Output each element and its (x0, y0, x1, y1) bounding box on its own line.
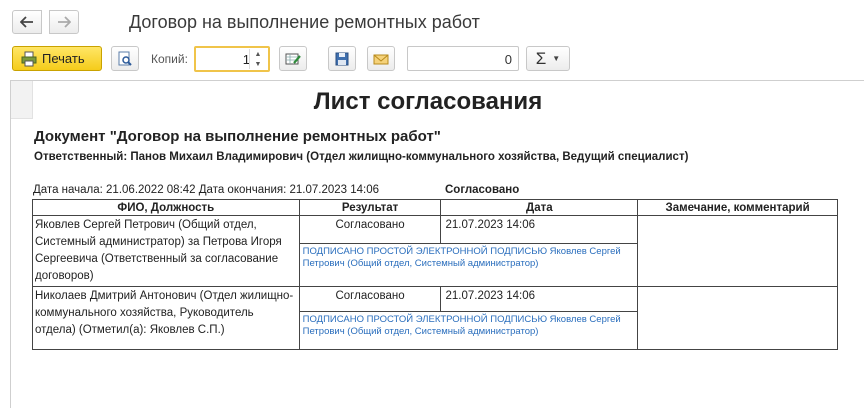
print-button-label: Печать (42, 51, 85, 66)
printer-icon (21, 51, 37, 66)
date-cell: 21.07.2023 14:06 (440, 214, 639, 245)
header-date: Дата (440, 199, 639, 216)
header-comment: Замечание, комментарий (637, 199, 838, 216)
table-header-row: ФИО, Должность Результат Дата Замечание,… (32, 199, 838, 216)
sum-field: 0 (407, 46, 519, 71)
signature-stamp: ПОДПИСАНО ПРОСТОЙ ЭЛЕКТРОННОЙ ПОДПИСЬЮ Я… (298, 311, 639, 350)
arrow-right-icon (58, 16, 71, 28)
approver-cell: Николаев Дмитрий Антонович (Отдел жилищн… (32, 286, 300, 350)
edit-sheet-icon (285, 53, 301, 64)
header-fio: ФИО, Должность (32, 199, 300, 216)
table-row: Яковлев Сергей Петрович (Общий отдел, Си… (32, 214, 838, 287)
result-cell: Согласовано (298, 214, 442, 245)
responsible-line: Ответственный: Панов Михаил Владимирович… (34, 151, 689, 163)
back-button[interactable] (12, 10, 42, 34)
envelope-icon (373, 54, 389, 64)
floppy-disk-icon (335, 52, 349, 65)
title-bar: Договор на выполнение ремонтных работ (0, 0, 864, 44)
copies-stepper[interactable]: ▲ ▼ (194, 46, 270, 72)
toolbar: Печать Копий: ▲ ▼ 0 (0, 44, 864, 76)
chevron-down-icon: ▼ (552, 54, 561, 63)
comment-cell (637, 286, 838, 350)
print-button[interactable]: Печать (12, 46, 102, 71)
spreadsheet-document[interactable]: Лист согласования Документ "Договор на в… (10, 80, 864, 408)
window-title: Договор на выполнение ремонтных работ (129, 12, 480, 32)
result-cell: Согласовано (298, 286, 442, 312)
copies-spin[interactable]: ▲ ▼ (249, 49, 266, 69)
document-heading: Документ "Договор на выполнение ремонтны… (34, 128, 441, 145)
sigma-icon: Σ (535, 48, 547, 68)
spin-up-icon[interactable]: ▲ (250, 49, 266, 59)
date-cell: 21.07.2023 14:06 (440, 286, 639, 312)
overall-status: Согласовано (445, 184, 520, 196)
send-mail-button[interactable] (367, 46, 395, 71)
copies-input[interactable] (198, 50, 250, 68)
dates-line: Дата начала: 21.06.2022 08:42 Дата оконч… (33, 184, 380, 196)
copies-label: Копий: (151, 52, 188, 66)
approver-cell: Яковлев Сергей Петрович (Общий отдел, Си… (32, 215, 300, 287)
edit-sheet-button[interactable] (279, 46, 307, 71)
arrow-left-icon (20, 16, 33, 28)
sum-mode-dropdown[interactable]: Σ ▼ (526, 46, 570, 71)
save-button[interactable] (328, 46, 356, 71)
preview-button[interactable] (111, 46, 139, 71)
forward-button[interactable] (49, 10, 79, 34)
header-result: Результат (298, 199, 442, 216)
approval-table: ФИО, Должность Результат Дата Замечание,… (32, 199, 838, 350)
table-row: Николаев Дмитрий Антонович (Отдел жилищн… (32, 286, 838, 350)
magnifier-page-icon (118, 51, 132, 66)
signature-stamp: ПОДПИСАНО ПРОСТОЙ ЭЛЕКТРОННОЙ ПОДПИСЬЮ Я… (298, 243, 639, 287)
sheet-title: Лист согласования (313, 88, 543, 115)
spin-down-icon[interactable]: ▼ (250, 59, 266, 69)
comment-cell (637, 215, 838, 287)
